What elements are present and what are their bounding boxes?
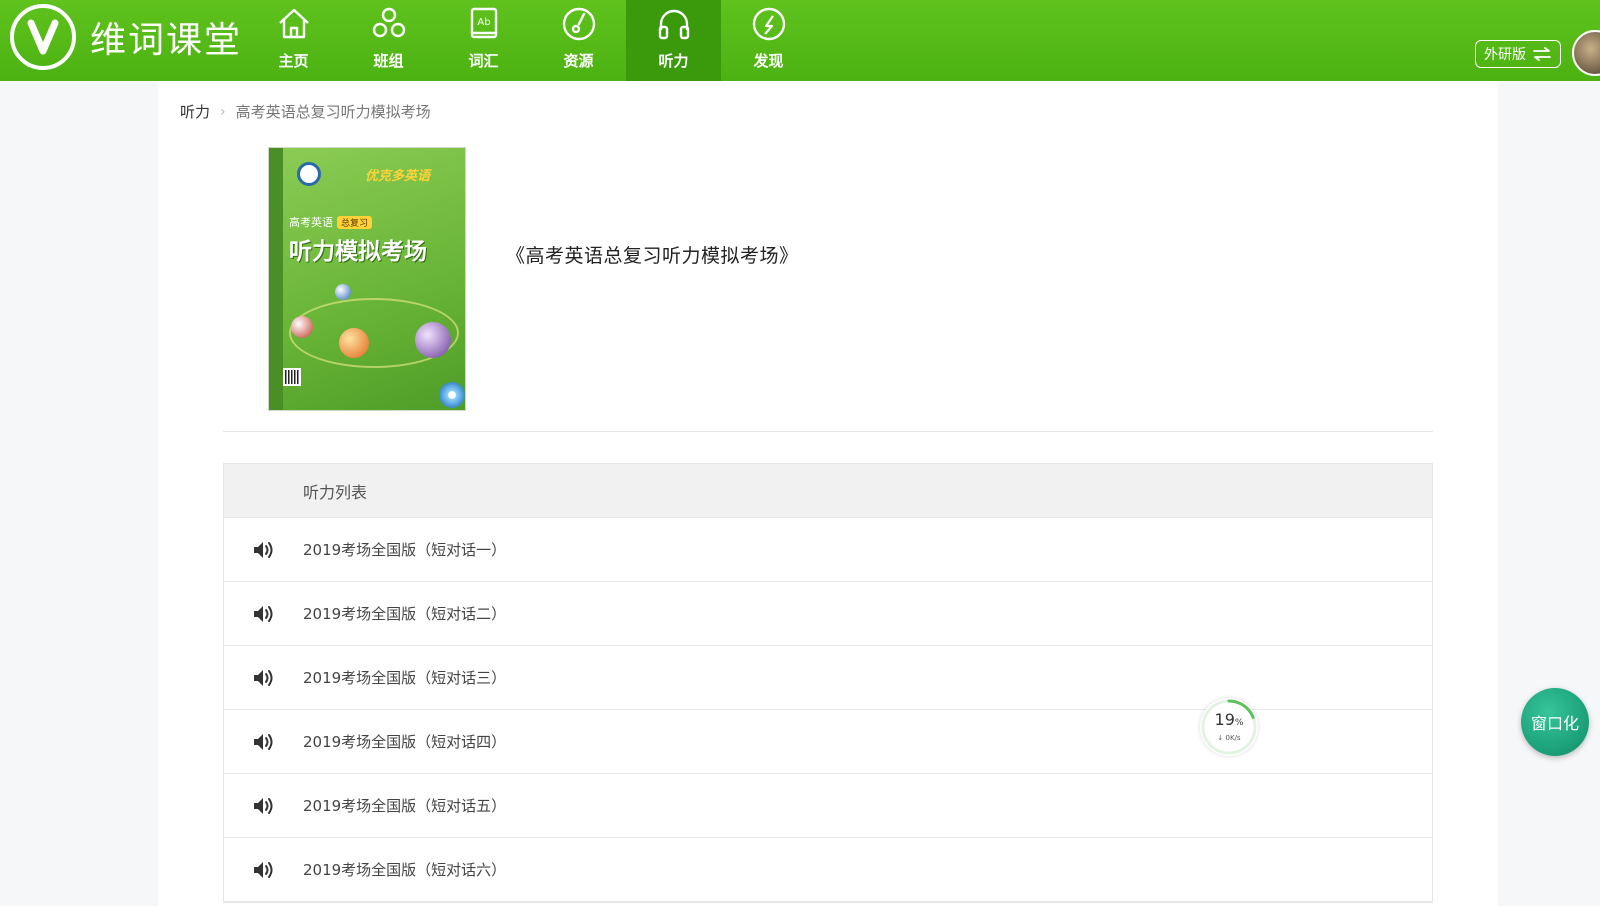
edition-switch-button[interactable]: 外研版 <box>1475 40 1561 68</box>
nav-item-resource[interactable]: 资源 <box>531 0 626 81</box>
compass-icon <box>752 7 785 41</box>
speaker-icon[interactable] <box>224 604 303 624</box>
speaker-icon[interactable] <box>224 540 303 560</box>
divider <box>223 431 1433 432</box>
qr-code-icon <box>283 368 301 386</box>
cover-ball-decoration <box>415 322 451 358</box>
resource-icon <box>562 7 595 41</box>
user-avatar[interactable] <box>1572 30 1600 76</box>
svg-text:Ab: Ab <box>477 17 490 28</box>
home-icon <box>278 8 309 39</box>
chevron-right-icon: › <box>220 103 226 120</box>
cover-ball-decoration <box>339 328 369 358</box>
nav-item-group[interactable]: 班组 <box>341 0 436 81</box>
vocabulary-book-icon: Ab <box>470 7 497 39</box>
window-mode-button[interactable]: 窗口化 <box>1521 688 1589 756</box>
speaker-icon[interactable] <box>224 668 303 688</box>
nav-label: 听力 <box>658 52 689 70</box>
network-speed-widget[interactable]: 19% ↓ 0K/s <box>1200 698 1258 756</box>
nav-label: 主页 <box>278 52 309 70</box>
edition-label: 外研版 <box>1484 47 1526 63</box>
cover-subtitle: 高考英语 <box>289 216 333 229</box>
main-content: 听力 › 高考英语总复习听力模拟考场 优克多英语 高考英语 总复习 听力模拟考场… <box>158 81 1498 906</box>
list-item-title: 2019考场全国版（短对话三） <box>303 669 507 687</box>
list-item-title: 2019考场全国版（短对话四） <box>303 733 507 751</box>
list-item-title: 2019考场全国版（短对话二） <box>303 605 507 623</box>
main-nav: 主页 班组 Ab 词汇 资源 听力 发现 <box>246 0 816 81</box>
speaker-icon[interactable] <box>224 796 303 816</box>
group-icon <box>372 7 405 38</box>
list-item-title: 2019考场全国版（短对话六） <box>303 861 507 879</box>
cd-disc-icon <box>439 382 465 408</box>
list-item-title: 2019考场全国版（短对话五） <box>303 797 507 815</box>
top-navigation-bar: 维词课堂 主页 班组 Ab 词汇 资源 听力 发现 外研版 <box>0 0 1600 81</box>
speaker-icon[interactable] <box>224 860 303 880</box>
progress-ring-icon <box>1201 699 1257 755</box>
app-name: 维词课堂 <box>90 20 243 61</box>
list-header: 听力列表 <box>224 464 1432 518</box>
publisher-badge-icon <box>297 162 321 186</box>
list-item[interactable]: 2019考场全国版（短对话二） <box>224 582 1432 646</box>
nav-item-home[interactable]: 主页 <box>246 0 341 81</box>
nav-label: 资源 <box>563 52 594 70</box>
cover-tag: 总复习 <box>337 215 373 229</box>
breadcrumb: 听力 › 高考英语总复习听力模拟考场 <box>180 101 431 122</box>
nav-item-discover[interactable]: 发现 <box>721 0 816 81</box>
nav-label: 发现 <box>753 52 784 70</box>
book-cover-image: 优克多英语 高考英语 总复习 听力模拟考场 <box>268 147 466 411</box>
list-item-title: 2019考场全国版（短对话一） <box>303 541 507 559</box>
book-title: 《高考英语总复习听力模拟考场》 <box>506 245 799 267</box>
logo-v-icon <box>10 4 76 70</box>
nav-item-vocabulary[interactable]: Ab 词汇 <box>436 0 531 81</box>
cover-ball-decoration <box>291 316 313 338</box>
speaker-icon[interactable] <box>224 732 303 752</box>
headphones-icon <box>658 9 689 40</box>
nav-item-listening[interactable]: 听力 <box>626 0 721 81</box>
list-item[interactable]: 2019考场全国版（短对话一） <box>224 518 1432 582</box>
nav-label: 词汇 <box>468 52 499 70</box>
breadcrumb-current: 高考英语总复习听力模拟考场 <box>235 103 431 121</box>
list-item[interactable]: 2019考场全国版（短对话六） <box>224 838 1432 902</box>
breadcrumb-root[interactable]: 听力 <box>180 101 210 122</box>
cover-brand: 优克多英语 <box>365 168 431 184</box>
cover-title: 听力模拟考场 <box>289 239 427 265</box>
swap-arrows-icon <box>1533 47 1551 61</box>
list-item[interactable]: 2019考场全国版（短对话五） <box>224 774 1432 838</box>
listening-list: 听力列表 2019考场全国版（短对话一） 2019考场全国版（短对话二） 201… <box>223 463 1433 903</box>
cover-spine <box>269 148 283 410</box>
nav-label: 班组 <box>373 52 404 70</box>
cover-ball-decoration <box>335 284 351 300</box>
app-logo[interactable]: 维词课堂 <box>10 4 242 70</box>
